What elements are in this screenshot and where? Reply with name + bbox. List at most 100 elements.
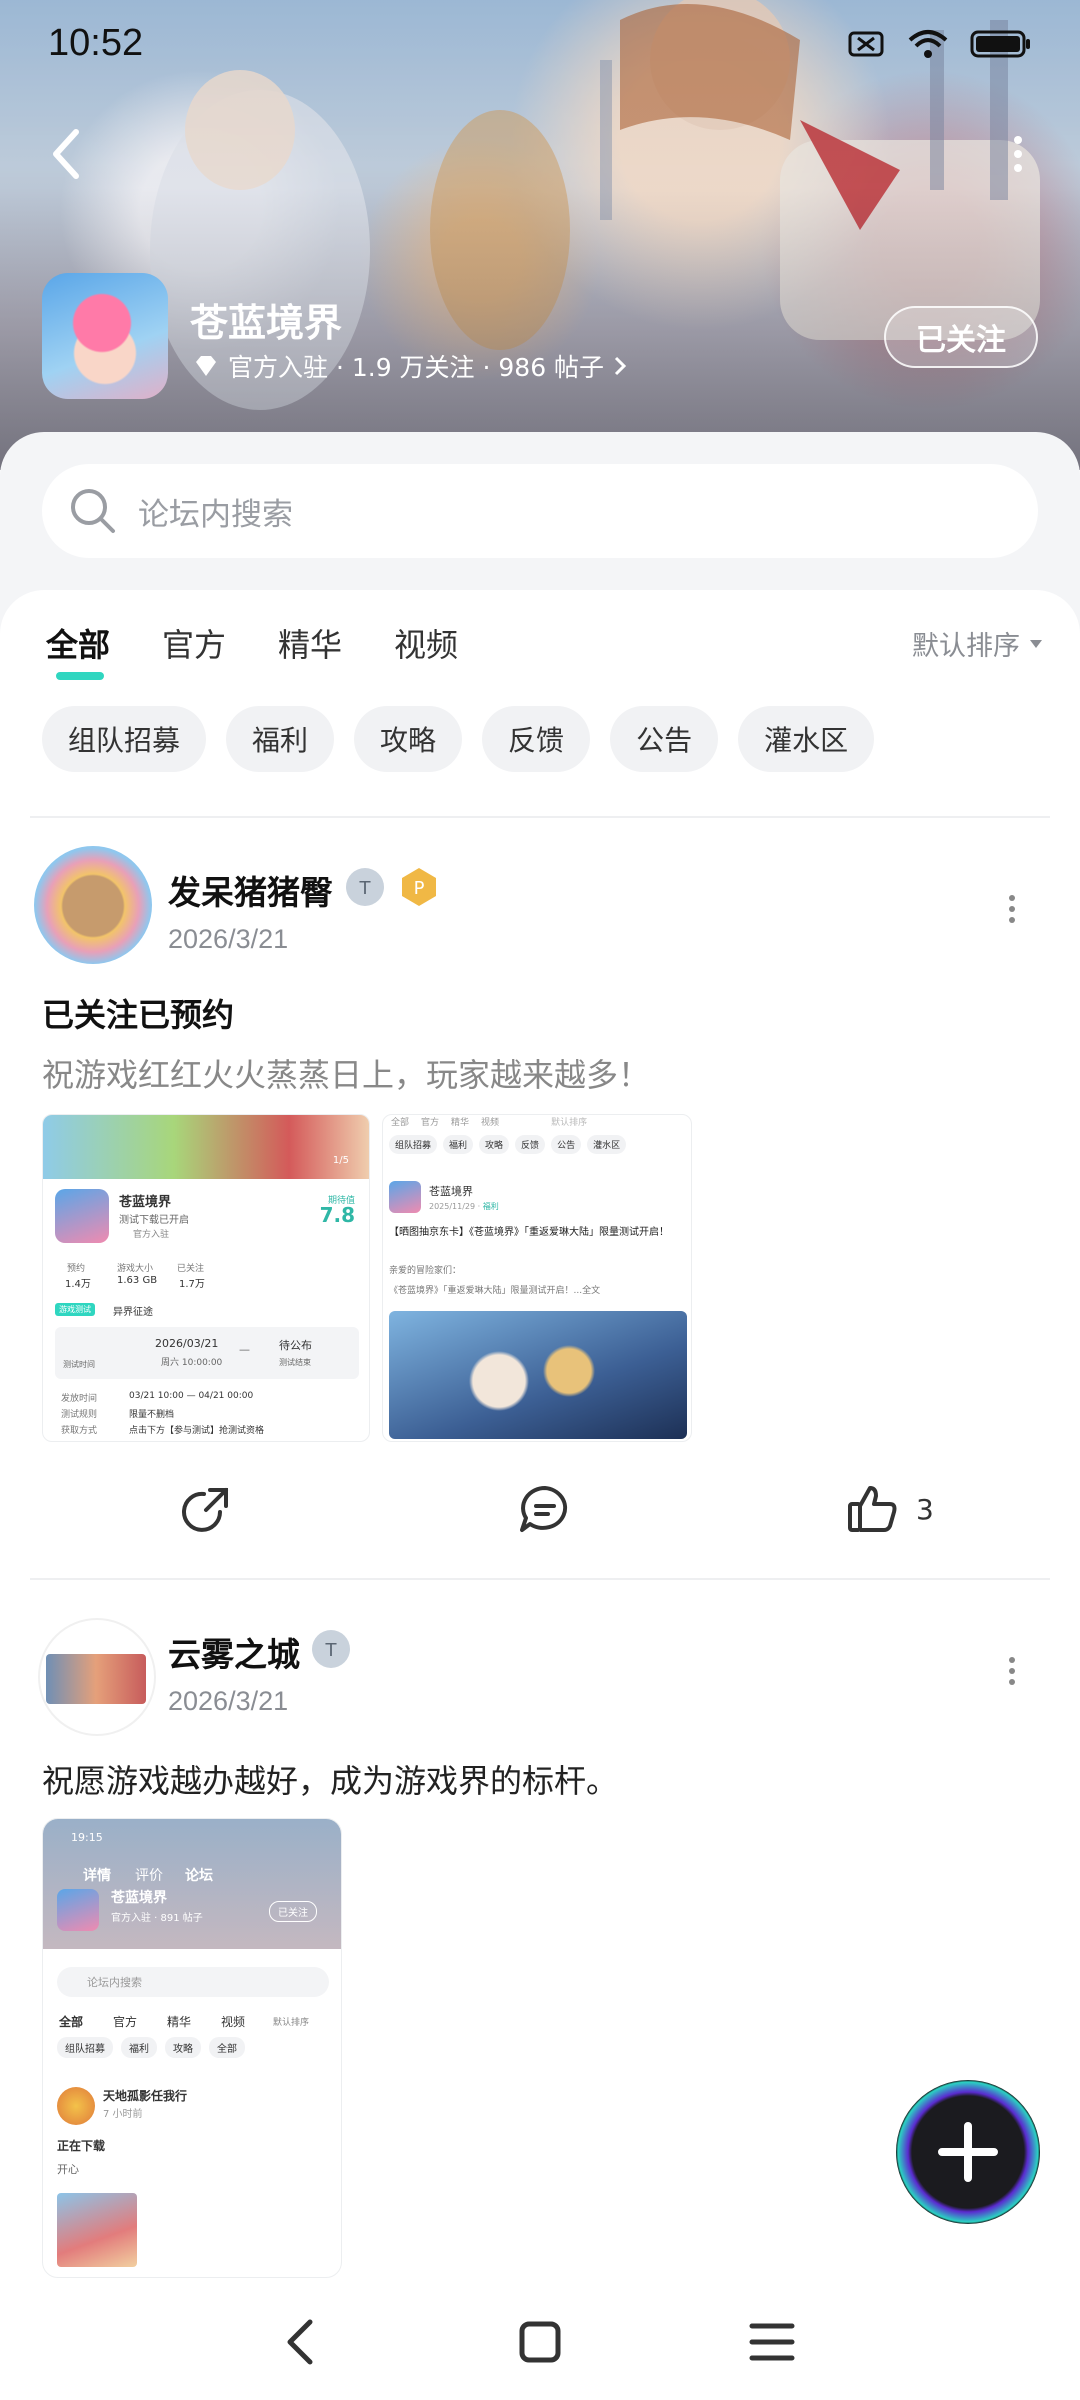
thumb-banner bbox=[43, 1115, 369, 1179]
svg-text:T: T bbox=[359, 878, 372, 899]
comment-button[interactable] bbox=[518, 1484, 572, 1534]
thumb2-chip: 反馈 bbox=[515, 1135, 546, 1154]
create-post-button[interactable] bbox=[896, 2080, 1040, 2224]
thumb2-title: 【晒图抽京东卡】《苍蓝境界》「重返爱琳大陆」限量测试开启！ bbox=[389, 1227, 669, 1238]
thumb2-chip: 组队招募 bbox=[389, 1135, 438, 1154]
thumb2-tab: 精华 bbox=[451, 1118, 470, 1128]
thumb3-tab: 评价 bbox=[135, 1868, 163, 1884]
post-more-icon[interactable] bbox=[1006, 1656, 1018, 1686]
tab-video[interactable]: 视频 bbox=[394, 620, 458, 666]
thumb2-artwork bbox=[389, 1311, 687, 1439]
thumbs-up-icon bbox=[848, 1486, 897, 1532]
nav-menu-icon[interactable] bbox=[744, 2314, 800, 2370]
post-more-icon[interactable] bbox=[1006, 894, 1018, 924]
tab-featured[interactable]: 精华 bbox=[278, 620, 342, 666]
search-icon bbox=[71, 489, 115, 533]
post-username[interactable]: 云雾之城 bbox=[168, 1628, 300, 1676]
thumb3-image bbox=[57, 2193, 137, 2267]
thumb3-tab: 论坛 bbox=[185, 1868, 213, 1884]
divider bbox=[30, 1578, 1050, 1580]
chip-welfare[interactable]: 福利 bbox=[226, 706, 335, 772]
thumb-score: 7.8 bbox=[319, 1203, 355, 1227]
chip-chat[interactable]: 灌水区 bbox=[738, 706, 875, 772]
search-bar[interactable]: 论坛内搜索 bbox=[42, 464, 1038, 558]
post-image-1[interactable]: 1/5 苍蓝境界 测试下载已开启 官方入驻 期待值 7.8 预约 1.4万 游戏… bbox=[42, 1114, 370, 1442]
thumb2-chips: 组队招募 福利 攻略 反馈 公告 灌水区 bbox=[389, 1135, 627, 1154]
thumb-counter: 1/5 bbox=[332, 1155, 349, 1166]
more-vertical-icon[interactable] bbox=[1008, 134, 1028, 174]
thumb-stat-label: 已关注 bbox=[177, 1264, 205, 1274]
thumb3-tab2: 官方 bbox=[113, 2015, 138, 2029]
thumb3-tab: 详情 bbox=[83, 1868, 111, 1884]
thumb2-meta: 2025/11/29 · 福利 bbox=[429, 1202, 499, 1211]
thumb2-app-icon bbox=[389, 1181, 421, 1213]
thumb-stat-value: 1.7万 bbox=[179, 1279, 205, 1290]
thumb3-tab2: 视频 bbox=[221, 2015, 246, 2029]
thumb3-follow: 已关注 bbox=[269, 1901, 317, 1922]
level-badge-icon: T bbox=[346, 868, 384, 906]
battery-icon bbox=[970, 30, 1030, 58]
svg-text:P: P bbox=[414, 878, 425, 899]
chip-notice[interactable]: 公告 bbox=[610, 706, 719, 772]
thumb-stat-label: 游戏大小 bbox=[117, 1264, 154, 1274]
nav-home-icon[interactable] bbox=[512, 2314, 568, 2370]
back-arrow-icon[interactable] bbox=[44, 124, 92, 184]
post-body[interactable]: 祝愿游戏越办越好，成为游戏界的标杆。 bbox=[42, 1756, 618, 1802]
category-chips: 组队招募 福利 攻略 反馈 公告 灌水区 bbox=[42, 706, 875, 772]
thumb-row-value: 点击下方【参与测试】抢测试资格 bbox=[129, 1426, 265, 1436]
thumb2-tab: 视频 bbox=[481, 1118, 500, 1128]
thumb3-chip: 全部 bbox=[209, 2037, 245, 2058]
chip-guide[interactable]: 攻略 bbox=[354, 706, 463, 772]
thumb-weekday: 周六 10:00:00 bbox=[161, 1358, 223, 1368]
thumb3-body: 开心 bbox=[57, 2163, 79, 2176]
app-icon[interactable] bbox=[42, 273, 168, 399]
avatar[interactable] bbox=[38, 1618, 156, 1736]
sim-off-icon bbox=[848, 31, 884, 57]
system-nav-bar bbox=[0, 2284, 1080, 2400]
thumb2-chip: 攻略 bbox=[479, 1135, 510, 1154]
comment-icon bbox=[520, 1486, 568, 1532]
app-name: 苍蓝境界 bbox=[190, 301, 343, 345]
diamond-icon bbox=[196, 356, 216, 376]
thumb-end: 待公布 bbox=[279, 1339, 312, 1352]
post-date: 2026/3/21 bbox=[168, 1686, 289, 1716]
thumb-stat-value: 1.63 GB bbox=[117, 1275, 158, 1286]
post-body[interactable]: 祝游戏红红火火蒸蒸日上，玩家越来越多！ bbox=[42, 1050, 650, 1096]
share-button[interactable] bbox=[180, 1484, 234, 1534]
thumb2-tabs: 全部 官方 精华 视频 默认排序 bbox=[391, 1115, 587, 1128]
tab-all[interactable]: 全部 bbox=[46, 620, 110, 680]
tab-official[interactable]: 官方 bbox=[162, 620, 226, 666]
post-image-2[interactable]: 全部 官方 精华 视频 默认排序 组队招募 福利 攻略 反馈 公告 灌水区 苍蓝… bbox=[382, 1114, 692, 1442]
thumb3-time-ago: 7 小时前 bbox=[103, 2109, 143, 2120]
thumb-row-value: 03/21 10:00 — 04/21 00:00 bbox=[129, 1391, 254, 1401]
thumb3-chips: 组队招募 福利 攻略 全部 bbox=[57, 2037, 245, 2058]
caret-down-icon bbox=[1030, 639, 1042, 648]
thumb3-tab2: 默认排序 bbox=[273, 2018, 310, 2028]
thumb-app-icon bbox=[55, 1189, 109, 1243]
chevron-right-icon bbox=[615, 356, 627, 376]
thumb3-search-text: 论坛内搜索 bbox=[87, 1976, 142, 1989]
post-title[interactable]: 已关注已预约 bbox=[42, 990, 234, 1036]
thumb-sub: 测试下载已开启 bbox=[119, 1215, 189, 1226]
follow-button[interactable]: 已关注 bbox=[884, 306, 1038, 368]
avatar[interactable] bbox=[34, 846, 152, 964]
avatar-artwork bbox=[46, 1654, 146, 1704]
app-meta[interactable]: 官方入驻 · 1.9 万关注 · 986 帖子 bbox=[192, 348, 628, 384]
sort-dropdown[interactable]: 默认排序 bbox=[912, 624, 1044, 663]
status-time: 10:52 bbox=[48, 22, 144, 64]
thumb2-chip: 灌水区 bbox=[587, 1135, 627, 1154]
post-image[interactable]: 19:15 详情 评价 论坛 苍蓝境界 官方入驻 · 891 帖子 已关注 论坛… bbox=[42, 1818, 342, 2278]
chip-feedback[interactable]: 反馈 bbox=[482, 706, 591, 772]
honor-badge-icon: P bbox=[402, 868, 436, 906]
thumb-official: 官方入驻 bbox=[133, 1230, 170, 1240]
nav-back-icon[interactable] bbox=[274, 2314, 330, 2370]
chip-team[interactable]: 组队招募 bbox=[42, 706, 207, 772]
thumb-row-key: 发放时间 bbox=[61, 1394, 98, 1404]
thumb3-chip: 福利 bbox=[121, 2037, 157, 2058]
thumb3-user: 天地孤影任我行 bbox=[103, 2089, 188, 2103]
thumb-test-name: 异界征途 bbox=[113, 1307, 153, 1318]
like-button[interactable]: 3 bbox=[846, 1484, 934, 1534]
search-placeholder: 论坛内搜索 bbox=[138, 496, 293, 533]
post-username[interactable]: 发呆猪猪臀 bbox=[168, 866, 333, 914]
thumb-end-label: 测试结束 bbox=[279, 1358, 311, 1367]
